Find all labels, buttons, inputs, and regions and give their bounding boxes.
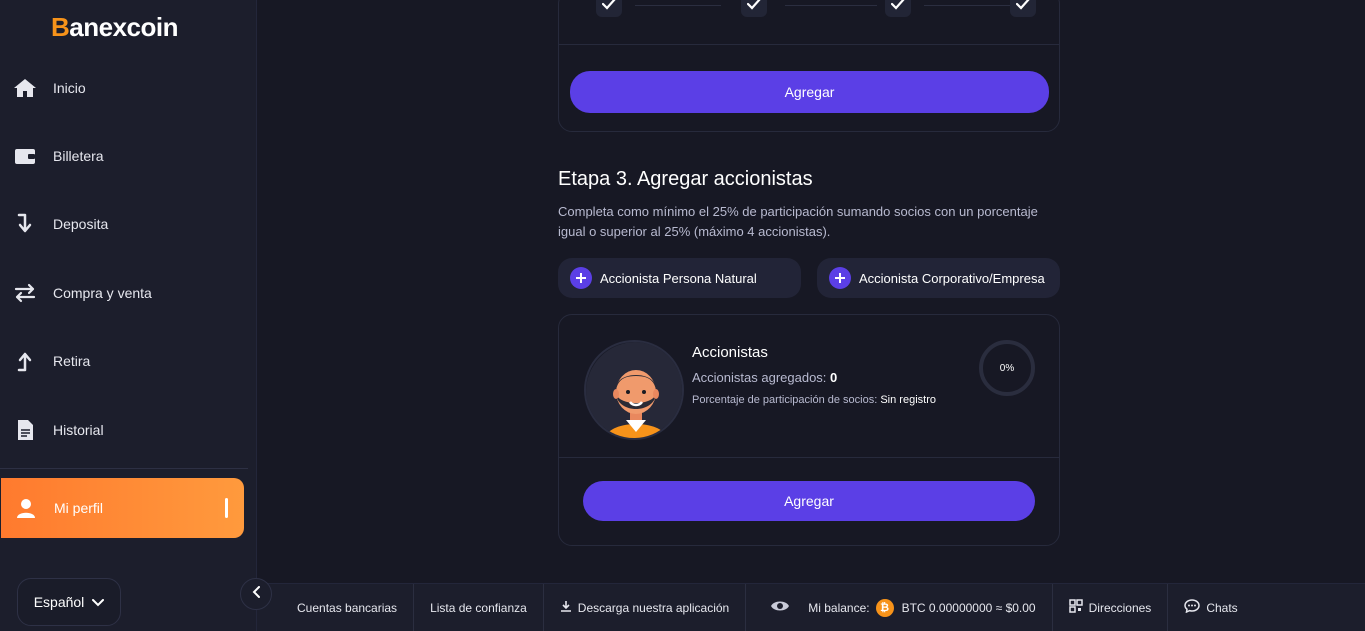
- bank-accounts-link[interactable]: Cuentas bancarias: [257, 584, 415, 631]
- added-value: 0: [830, 370, 838, 385]
- sidebar-item-label: Deposita: [53, 216, 109, 232]
- sidebar-item-label: Retira: [53, 353, 91, 369]
- shareholders-added: Accionistas agregados: 0: [692, 370, 837, 385]
- bank-accounts-label: Cuentas bancarias: [297, 600, 398, 615]
- stage3-description: Completa como mínimo el 25% de participa…: [558, 204, 1038, 239]
- stage3-title: Etapa 3. Agregar accionistas: [558, 168, 813, 190]
- download-app-label: Descarga nuestra aplicación: [577, 600, 730, 615]
- bitcoin-icon: ₿: [875, 598, 894, 617]
- add-corporate-shareholder-button[interactable]: Accionista Corporativo/Empresa: [817, 258, 1060, 298]
- step-line: [635, 5, 721, 6]
- collapse-sidebar-button[interactable]: [240, 578, 272, 610]
- sidebar-item-label: Billetera: [53, 148, 104, 164]
- sidebar-item-label: Inicio: [53, 80, 86, 96]
- chat-icon: [1184, 599, 1201, 616]
- arrow-down-icon: [12, 211, 38, 237]
- sidebar-item-compra-venta[interactable]: Compra y venta: [0, 263, 257, 323]
- step-line: [924, 5, 1010, 6]
- card-divider: [559, 457, 1059, 458]
- eye-icon[interactable]: [770, 599, 790, 616]
- sidebar-item-label: Mi perfil: [54, 500, 104, 516]
- download-app-link[interactable]: Descarga nuestra aplicación: [544, 584, 747, 631]
- sidebar-item-label: Compra y venta: [53, 285, 152, 301]
- avatar: [584, 340, 684, 440]
- add-natural-shareholder-button[interactable]: Accionista Persona Natural: [558, 258, 801, 298]
- trust-list-link[interactable]: Lista de confianza: [414, 584, 544, 631]
- check-icon: [1010, 0, 1036, 17]
- bottom-bar: Cuentas bancarias Lista de confianza Des…: [257, 583, 1365, 631]
- sidebar-item-historial[interactable]: Historial: [0, 400, 257, 460]
- language-selector[interactable]: Español: [17, 578, 121, 626]
- sidebar-item-label: Historial: [53, 422, 104, 438]
- sidebar-item-billetera[interactable]: Billetera: [0, 126, 257, 186]
- check-icon: [885, 0, 911, 17]
- logo-letter: B: [51, 12, 70, 42]
- sidebar-divider: [0, 468, 248, 469]
- sidebar-item-deposita[interactable]: Deposita: [0, 194, 257, 254]
- pct-value: Sin registro: [880, 394, 936, 406]
- card-divider: [559, 44, 1059, 45]
- language-label: Español: [33, 594, 85, 610]
- sidebar-item-retira[interactable]: Retira: [0, 331, 257, 391]
- logo-text: anexcoin: [69, 12, 178, 42]
- sidebar-item-inicio[interactable]: Inicio: [0, 58, 257, 118]
- check-icon: [596, 0, 622, 17]
- download-icon: [560, 600, 572, 615]
- document-icon: [12, 417, 38, 443]
- home-icon: [12, 75, 38, 101]
- swap-icon: [12, 280, 38, 306]
- add-corporate-label: Accionista Corporativo/Empresa: [859, 270, 1045, 286]
- step-line: [785, 5, 877, 6]
- trust-list-label: Lista de confianza: [430, 600, 527, 615]
- qr-icon: [1068, 599, 1083, 616]
- balance-display: Mi balance: ₿ BTC 0.00000000 ≈ $0.00: [746, 584, 1053, 631]
- shareholders-title: Accionistas: [692, 344, 768, 361]
- progress-ring: 0%: [979, 340, 1035, 396]
- plus-icon: [570, 267, 592, 289]
- check-icon: [741, 0, 767, 17]
- chevron-left-icon: [252, 585, 260, 603]
- add-natural-label: Accionista Persona Natural: [600, 270, 757, 286]
- chevron-down-icon: [92, 594, 105, 610]
- sidebar-item-mi-perfil[interactable]: Mi perfil: [1, 478, 244, 538]
- sidebar: Banexcoin Inicio Billetera Deposita Comp…: [0, 0, 257, 631]
- brand-logo[interactable]: Banexcoin: [51, 12, 178, 43]
- balance-label: Mi balance:: [808, 600, 870, 615]
- pct-label: Porcentaje de participación de socios:: [692, 394, 878, 406]
- wallet-icon: [12, 143, 38, 169]
- added-label: Accionistas agregados:: [692, 370, 827, 385]
- add-button-top[interactable]: Agregar: [570, 71, 1049, 113]
- addresses-label: Direcciones: [1088, 600, 1152, 615]
- add-shareholder-button[interactable]: Agregar: [583, 481, 1035, 521]
- balance-value: BTC 0.00000000 ≈ $0.00: [901, 600, 1036, 615]
- user-icon: [13, 495, 39, 521]
- chats-label: Chats: [1206, 600, 1238, 615]
- chats-link[interactable]: Chats: [1168, 584, 1253, 631]
- plus-icon: [829, 267, 851, 289]
- participation-percentage: Porcentaje de participación de socios: S…: [692, 394, 936, 406]
- arrow-up-icon: [12, 348, 38, 374]
- addresses-link[interactable]: Direcciones: [1053, 584, 1169, 631]
- progress-text: 0%: [999, 362, 1015, 374]
- active-indicator: [225, 498, 228, 518]
